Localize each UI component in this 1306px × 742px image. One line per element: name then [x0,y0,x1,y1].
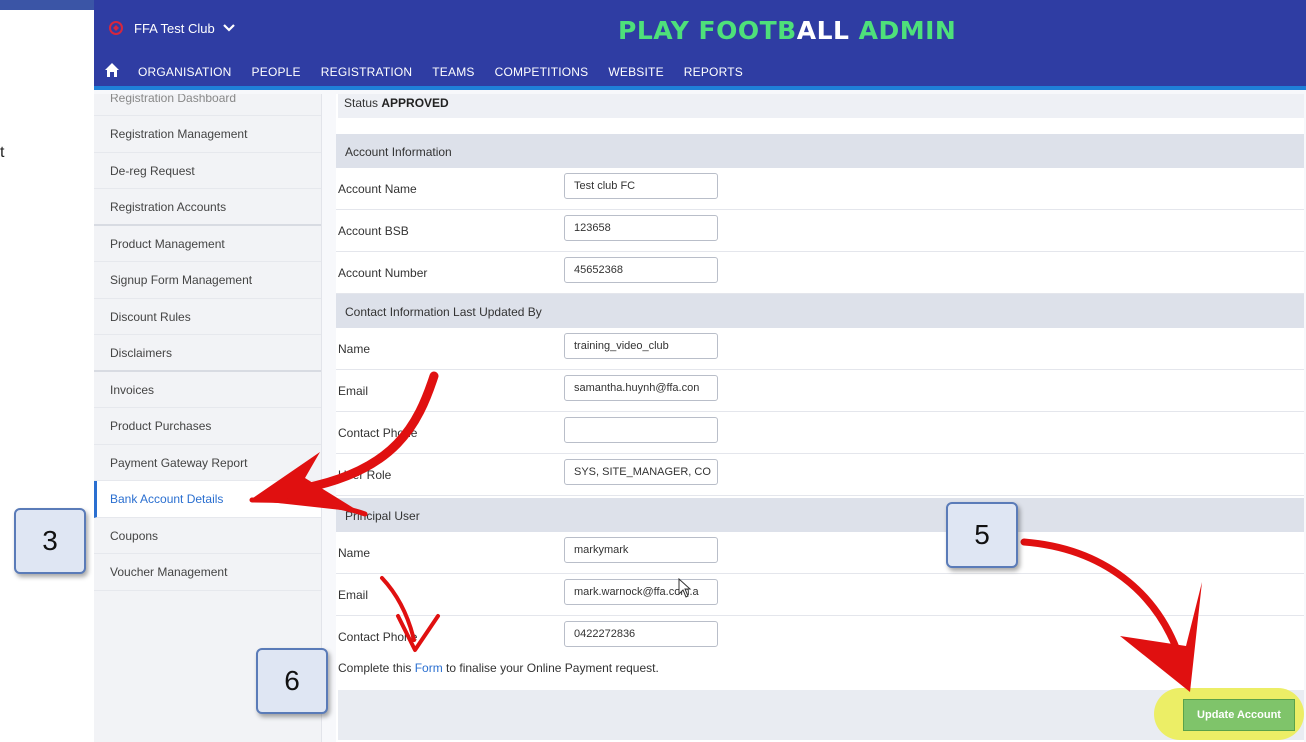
brand-part-3: ADMIN [849,16,957,45]
contact-phone-input[interactable] [564,417,718,443]
sidebar: Registration Dashboard Registration Mana… [94,94,322,742]
sidebar-item-registration-dashboard[interactable]: Registration Dashboard [94,94,321,116]
field-label: Account BSB [338,224,409,238]
form-row-contact-name: Name training_video_club [336,328,1304,370]
app-brand-title: PLAY FOOTBALL ADMIN [618,16,956,45]
nav-item-people[interactable]: PEOPLE [252,65,301,79]
payment-note: Complete this Form to finalise your Onli… [338,661,659,675]
field-label: User Role [338,468,392,482]
user-role-input[interactable]: SYS, SITE_MANAGER, CO [564,459,718,485]
account-name-input[interactable]: Test club FC [564,173,718,199]
field-label: Contact Phone [338,426,418,440]
chevron-down-icon [222,24,235,32]
principal-phone-input[interactable]: 0422272836 [564,621,718,647]
page: t FFA Test Club PLAY FOOTBALL ADMIN ORGA… [0,0,1306,742]
note-text-after: to finalise your Online Payment request. [442,661,659,675]
sidebar-item-discount-rules[interactable]: Discount Rules [94,299,321,335]
sidebar-item-product-management[interactable]: Product Management [94,226,321,262]
brand-part-2: ALL [796,16,850,45]
nav-item-teams[interactable]: TEAMS [432,65,474,79]
form-row-principal-email: Email mark.warnock@ffa.com.a [336,574,1304,616]
home-icon[interactable] [104,62,120,78]
field-label: Name [338,546,371,560]
nav-item-registration[interactable]: REGISTRATION [321,65,413,79]
callout-step-6: 6 [256,648,328,714]
sidebar-item-invoices[interactable]: Invoices [94,372,321,408]
nav-items: ORGANISATION PEOPLE REGISTRATION TEAMS C… [138,65,763,79]
field-label: Contact Phone [338,630,418,644]
sidebar-item-signup-form-management[interactable]: Signup Form Management [94,262,321,299]
top-bar: FFA Test Club PLAY FOOTBALL ADMIN [94,0,1306,54]
sidebar-item-bank-account-details[interactable]: Bank Account Details [94,481,321,518]
background-text-fragment: t [0,144,5,161]
form-row-principal-phone: Contact Phone 0422272836 [336,616,1304,658]
sidebar-item-payment-gateway-report[interactable]: Payment Gateway Report [94,445,321,481]
field-label: Email [338,384,369,398]
status-bar: Status APPROVED [338,94,1304,118]
nav-item-competitions[interactable]: COMPETITIONS [495,65,589,79]
principal-name-input[interactable]: markymark [564,537,718,563]
status-label: Status [344,96,382,110]
section-principal-user: Principal User [336,498,1304,532]
form-row-contact-email: Email samantha.huynh@ffa.con [336,370,1304,412]
field-label: Account Name [338,182,417,196]
account-number-input[interactable]: 45652368 [564,257,718,283]
sidebar-item-registration-accounts[interactable]: Registration Accounts [94,189,321,226]
sidebar-item-dereg-request[interactable]: De-reg Request [94,153,321,189]
section-account-information: Account Information [336,134,1304,168]
sidebar-item-product-purchases[interactable]: Product Purchases [94,408,321,445]
form-row-account-bsb: Account BSB 123658 [336,210,1304,252]
app-window: FFA Test Club PLAY FOOTBALL ADMIN ORGANI… [94,0,1306,742]
sidebar-item-disclaimers[interactable]: Disclaimers [94,335,321,372]
form-row-principal-name: Name markymark [336,532,1304,574]
nav-item-reports[interactable]: REPORTS [684,65,743,79]
callout-step-5: 5 [946,502,1018,568]
form-row-account-name: Account Name Test club FC [336,168,1304,210]
nav-item-organisation[interactable]: ORGANISATION [138,65,232,79]
principal-email-input[interactable]: mark.warnock@ffa.com.a [564,579,718,605]
sidebar-item-voucher-management[interactable]: Voucher Management [94,554,321,591]
form-row-user-role: User Role SYS, SITE_MANAGER, CO [336,454,1304,496]
account-bsb-input[interactable]: 123658 [564,215,718,241]
note-text-before: Complete this [338,661,415,675]
main-content: Status APPROVED Account Information Acco… [336,94,1304,742]
section-contact-information: Contact Information Last Updated By [336,294,1304,328]
club-selector[interactable]: FFA Test Club [108,18,235,38]
nav-item-website[interactable]: WEBSITE [608,65,663,79]
sidebar-item-coupons[interactable]: Coupons [94,518,321,554]
field-label: Account Number [338,266,428,280]
field-label: Email [338,588,369,602]
club-logo-icon [109,21,123,35]
form-row-account-number: Account Number 45652368 [336,252,1304,294]
callout-step-3: 3 [14,508,86,574]
update-account-button[interactable]: Update Account [1183,699,1295,731]
club-name: FFA Test Club [134,20,215,36]
status-badge: APPROVED [381,96,449,110]
main-nav: ORGANISATION PEOPLE REGISTRATION TEAMS C… [94,54,1306,90]
field-label: Name [338,342,371,356]
contact-name-input[interactable]: training_video_club [564,333,718,359]
mouse-cursor-icon [678,578,692,598]
brand-part-1: PLAY FOOTB [618,16,797,45]
form-row-contact-phone: Contact Phone [336,412,1304,454]
sidebar-item-registration-management[interactable]: Registration Management [94,116,321,153]
form-link[interactable]: Form [415,661,443,675]
contact-email-input[interactable]: samantha.huynh@ffa.con [564,375,718,401]
